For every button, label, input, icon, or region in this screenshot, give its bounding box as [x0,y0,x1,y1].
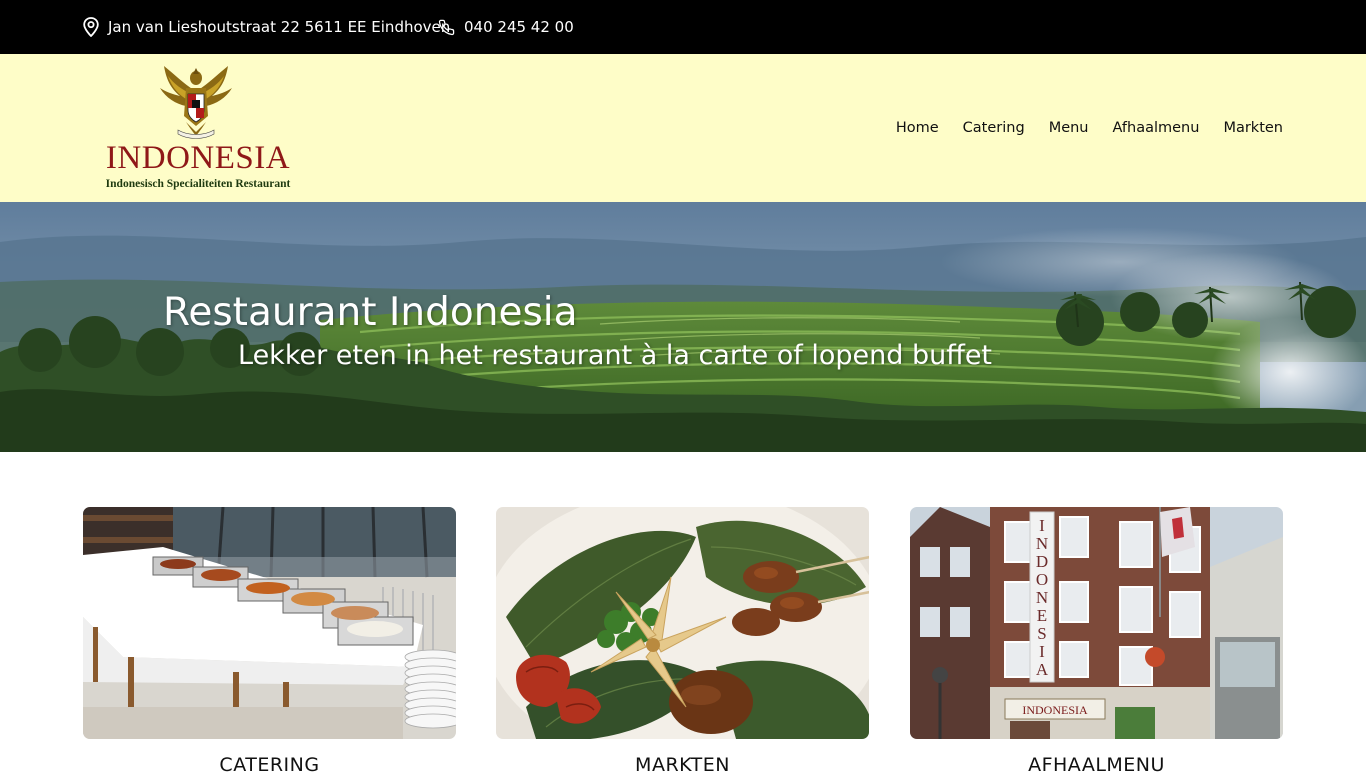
phone-text[interactable]: 040 245 42 00 [464,18,574,36]
address-text: Jan van Lieshoutstraat 22 5611 EE Eindho… [108,18,451,36]
catering-card-image[interactable] [83,507,456,739]
phone-icon [438,19,455,36]
afhaalmenu-card-title[interactable]: AFHAALMENU [910,754,1283,776]
nav-item-catering[interactable]: Catering [951,120,1037,136]
svg-text:D: D [1036,552,1048,571]
site-header: INDONESIA Indonesisch Specialiteiten Res… [0,54,1366,202]
svg-text:O: O [1036,570,1048,589]
hero-title: Restaurant Indonesia [163,290,578,335]
svg-text:A: A [1036,660,1049,679]
svg-text:I: I [1039,516,1045,535]
catering-card-title[interactable]: CATERING [83,754,456,776]
svg-text:E: E [1037,606,1047,625]
logo-brand-text: INDONESIA [105,140,291,176]
svg-text:N: N [1036,588,1048,607]
afhaalmenu-card-image[interactable]: IND ONE SIA INDONESIA [910,507,1283,739]
phone-item[interactable]: 040 245 42 00 [438,0,574,54]
top-contact-bar: Jan van Lieshoutstraat 22 5611 EE Eindho… [0,0,1366,54]
markten-card-title[interactable]: MARKTEN [496,754,869,776]
site-logo[interactable]: INDONESIA Indonesisch Specialiteiten Res… [96,64,302,194]
nav-item-home[interactable]: Home [884,120,951,136]
svg-text:S: S [1037,624,1046,643]
svg-text:N: N [1036,534,1048,553]
svg-text:INDONESIA: INDONESIA [1022,703,1088,717]
nav-item-afhaalmenu[interactable]: Afhaalmenu [1101,120,1212,136]
hero-banner: Restaurant Indonesia Lekker eten in het … [0,202,1366,452]
map-pin-icon [83,17,99,37]
nav-item-menu[interactable]: Menu [1037,120,1101,136]
svg-text:I: I [1039,642,1045,661]
nav-item-markten[interactable]: Markten [1211,120,1283,136]
main-nav: Home Catering Menu Afhaalmenu Markten [884,54,1283,202]
logo-tagline: Indonesisch Specialiteiten Restaurant [105,178,291,190]
hero-subtitle: Lekker eten in het restaurant à la carte… [238,340,993,371]
garuda-emblem-icon [160,66,232,139]
markten-card-image[interactable] [496,507,869,739]
address-item: Jan van Lieshoutstraat 22 5611 EE Eindho… [83,0,450,54]
